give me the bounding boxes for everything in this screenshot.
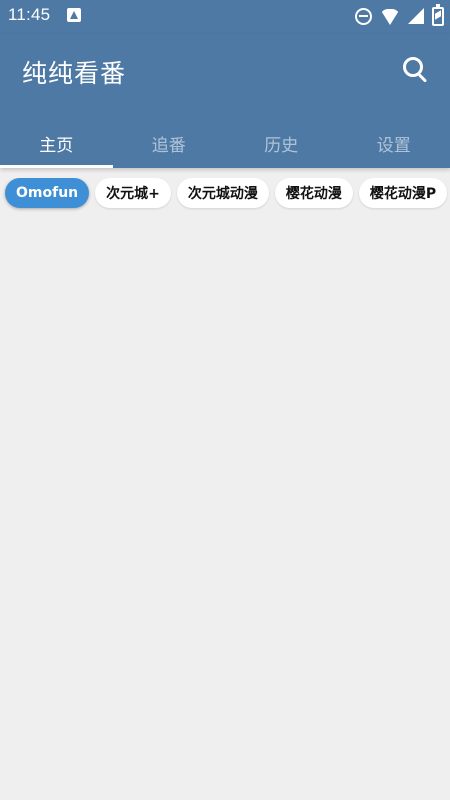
source-chip-ciyuancheng-plus[interactable]: 次元城+ [95, 178, 171, 208]
wifi-icon [380, 9, 400, 25]
status-icons [355, 3, 444, 26]
do-not-disturb-icon [355, 7, 372, 25]
content-area [0, 214, 450, 800]
app-notification-icon [67, 8, 81, 22]
tab-following[interactable]: 追番 [113, 118, 226, 168]
tab-label: 追番 [151, 135, 186, 156]
source-chip-ciyuancheng-dongman[interactable]: 次元城动漫 [176, 178, 269, 208]
tab-label: 设置 [376, 135, 411, 156]
main-tabs: 主页 追番 历史 设置 [0, 118, 450, 168]
search-button[interactable] [400, 54, 432, 86]
status-bar: 11:45 [0, 0, 450, 34]
search-icon-handle [417, 73, 428, 83]
source-chip-yinghua-dongman[interactable]: 樱花动漫 [274, 178, 353, 208]
battery-charging-icon [432, 3, 444, 26]
app-bar: 纯纯看番 主页 追番 历史 设置 [0, 34, 450, 168]
source-chip-yinghua-dongman-p[interactable]: 樱花动漫P [358, 178, 448, 208]
source-chip-omofun[interactable]: Omofun [5, 178, 90, 208]
cellular-signal-icon [408, 8, 424, 24]
tab-home[interactable]: 主页 [0, 118, 113, 168]
tab-settings[interactable]: 设置 [338, 118, 450, 168]
status-time: 11:45 [8, 5, 51, 24]
app-title: 纯纯看番 [22, 59, 127, 88]
tab-label: 主页 [39, 135, 74, 156]
tab-history[interactable]: 历史 [225, 118, 338, 168]
source-chip-list[interactable]: Omofun 次元城+ 次元城动漫 樱花动漫 樱花动漫P [0, 178, 450, 214]
app-screen: 11:45 纯纯看番 主页 追番 历史 设置 Omofun 次元城+ 次元城动漫… [0, 0, 450, 800]
tab-label: 历史 [264, 135, 299, 156]
